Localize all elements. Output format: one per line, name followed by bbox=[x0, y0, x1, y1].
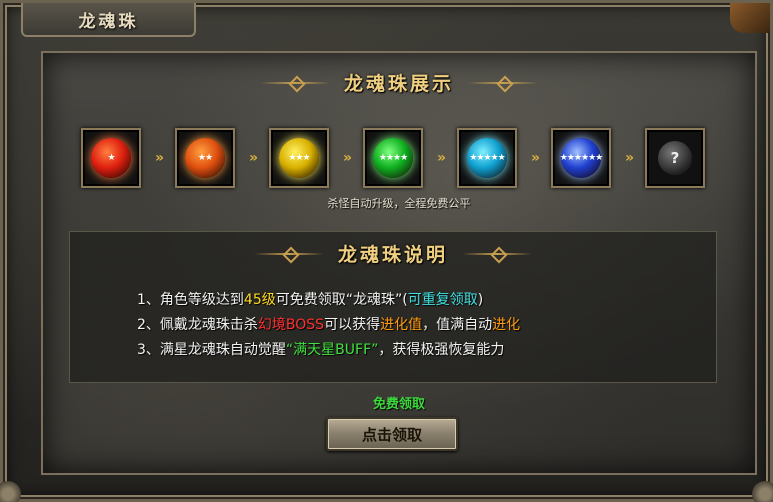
flourish-left-icon bbox=[253, 252, 324, 255]
window-title: 龙魂珠 bbox=[21, 3, 196, 37]
description-lines: 1、角色等级达到45级可免费领取“龙魂珠”(可重复领取) 2、佩戴龙魂珠击杀幻境… bbox=[137, 288, 520, 363]
orb-slot[interactable]: ★★★★★ bbox=[457, 128, 517, 188]
orb-slot[interactable]: ★ bbox=[81, 128, 141, 188]
orb-slot[interactable]: ★★★★★★ bbox=[551, 128, 611, 188]
progression-arrow-icon: » bbox=[530, 150, 540, 166]
line1-text-a: 1、角色等级达到 bbox=[137, 292, 244, 308]
orb-slot[interactable]: ? bbox=[645, 128, 705, 188]
line3-text-a: 3、满星龙魂珠自动觉醒 bbox=[137, 342, 286, 358]
line2-text-a: 2、佩戴龙魂珠击杀 bbox=[137, 317, 258, 333]
boss-name: 幻境BOSS bbox=[257, 317, 325, 333]
line3-text-c: ，获得极强恢复能力 bbox=[378, 342, 505, 358]
flourish-right-icon bbox=[462, 252, 532, 255]
dragon-orb-red-icon: ★ bbox=[91, 138, 131, 178]
dragon-orb-cyan-icon: ★★★★★ bbox=[467, 138, 507, 178]
repeatable-note: 可重复领取 bbox=[407, 292, 478, 308]
orb-progression: ★ » ★★ » ★★★ » ★★★★ » ★★★★★ » ★★★★★★ »? bbox=[81, 128, 707, 190]
line2-text-c: 可以获得 bbox=[324, 317, 381, 333]
evolution-value: 进化值 bbox=[380, 317, 423, 333]
level-requirement: 45级 bbox=[243, 292, 276, 308]
dragon-orb-green-icon: ★★★★ bbox=[373, 138, 413, 178]
corner-ornament-icon bbox=[730, 3, 770, 33]
dragon-orb-blue-icon: ★★★★★★ bbox=[560, 138, 603, 178]
progression-arrow-icon: » bbox=[342, 150, 352, 166]
progression-arrow-icon: » bbox=[248, 150, 258, 166]
showcase-caption: 杀怪自动升级，全程免费公平 bbox=[327, 197, 471, 210]
description-header: 龙魂珠说明 bbox=[70, 240, 716, 267]
progression-arrow-icon: » bbox=[154, 150, 164, 166]
progression-arrow-icon: » bbox=[436, 150, 446, 166]
main-panel: 龙魂珠展示 ★ » ★★ » ★★★ » ★★★★ » ★★★★★ » ★★★★★★ »? 杀怪自动升… bbox=[41, 51, 757, 475]
flourish-right-icon bbox=[468, 81, 538, 84]
evolve-word: 进化 bbox=[492, 317, 521, 333]
description-box: 龙魂珠说明 1、角色等级达到45级可免费领取“龙魂珠”(可重复领取) 2、佩戴龙… bbox=[69, 231, 717, 383]
claim-button[interactable]: 点击领取 bbox=[326, 417, 458, 451]
free-claim-label: 免费领取 bbox=[372, 397, 425, 412]
progression-arrow-icon: » bbox=[624, 150, 634, 166]
description-title: 龙魂珠说明 bbox=[337, 244, 448, 266]
orb-slot[interactable]: ★★ bbox=[175, 128, 235, 188]
flourish-left-icon bbox=[259, 81, 330, 84]
description-line-1: 1、角色等级达到45级可免费领取“龙魂珠”(可重复领取) bbox=[137, 288, 520, 313]
buff-name: “满天星BUFF” bbox=[285, 342, 379, 358]
line1-text-c: 可免费领取“龙魂珠”( bbox=[275, 292, 408, 308]
showcase-header: 龙魂珠展示 bbox=[43, 69, 755, 96]
line2-text-e: ，值满自动 bbox=[422, 317, 493, 333]
orb-slot[interactable]: ★★★★ bbox=[363, 128, 423, 188]
unknown-orb-icon: ? bbox=[658, 141, 692, 175]
description-line-2: 2、佩戴龙魂珠击杀幻境BOSS可以获得进化值，值满自动进化 bbox=[137, 313, 520, 338]
corner-rivet-icon bbox=[0, 481, 21, 502]
corner-rivet-icon bbox=[752, 481, 773, 502]
dragon-orb-orange-icon: ★★ bbox=[185, 138, 225, 178]
description-line-3: 3、满星龙魂珠自动觉醒“满天星BUFF”，获得极强恢复能力 bbox=[137, 338, 520, 363]
line1-text-e: ) bbox=[477, 292, 484, 308]
showcase-title: 龙魂珠展示 bbox=[343, 73, 454, 95]
dragon-orb-yellow-icon: ★★★ bbox=[279, 138, 319, 178]
orb-slot[interactable]: ★★★ bbox=[269, 128, 329, 188]
dragon-orb-window: 龙魂珠 龙魂珠展示 ★ » ★★ » ★★★ » ★★★★ » ★★★★★ » ★★★★★★ »? 杀… bbox=[0, 0, 773, 502]
